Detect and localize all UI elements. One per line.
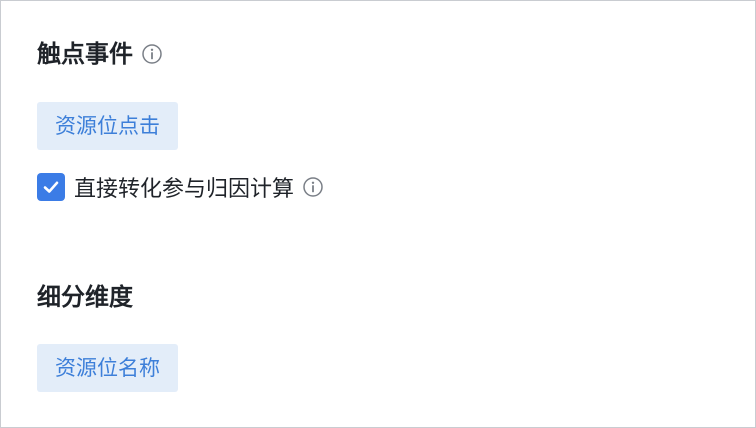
touchpoint-event-chip[interactable]: 资源位点击 <box>37 102 178 150</box>
settings-panel: 触点事件 资源位点击 直接转化参与归因计算 细分维度 资源位名称 <box>0 0 756 428</box>
breakdown-dimension-chip[interactable]: 资源位名称 <box>37 344 178 392</box>
breakdown-title-text: 细分维度 <box>37 283 133 311</box>
direct-conversion-checkbox[interactable] <box>37 173 65 201</box>
direct-conversion-label: 直接转化参与归因计算 <box>74 177 295 202</box>
info-circle-icon[interactable] <box>302 176 324 198</box>
direct-conversion-checkbox-row[interactable]: 直接转化参与归因计算 <box>37 173 324 202</box>
touchpoint-title-text: 触点事件 <box>37 40 133 68</box>
touchpoint-section-title: 触点事件 <box>37 42 163 66</box>
info-circle-icon[interactable] <box>141 43 163 65</box>
check-icon <box>43 181 59 193</box>
breakdown-section-title: 细分维度 <box>37 285 133 309</box>
